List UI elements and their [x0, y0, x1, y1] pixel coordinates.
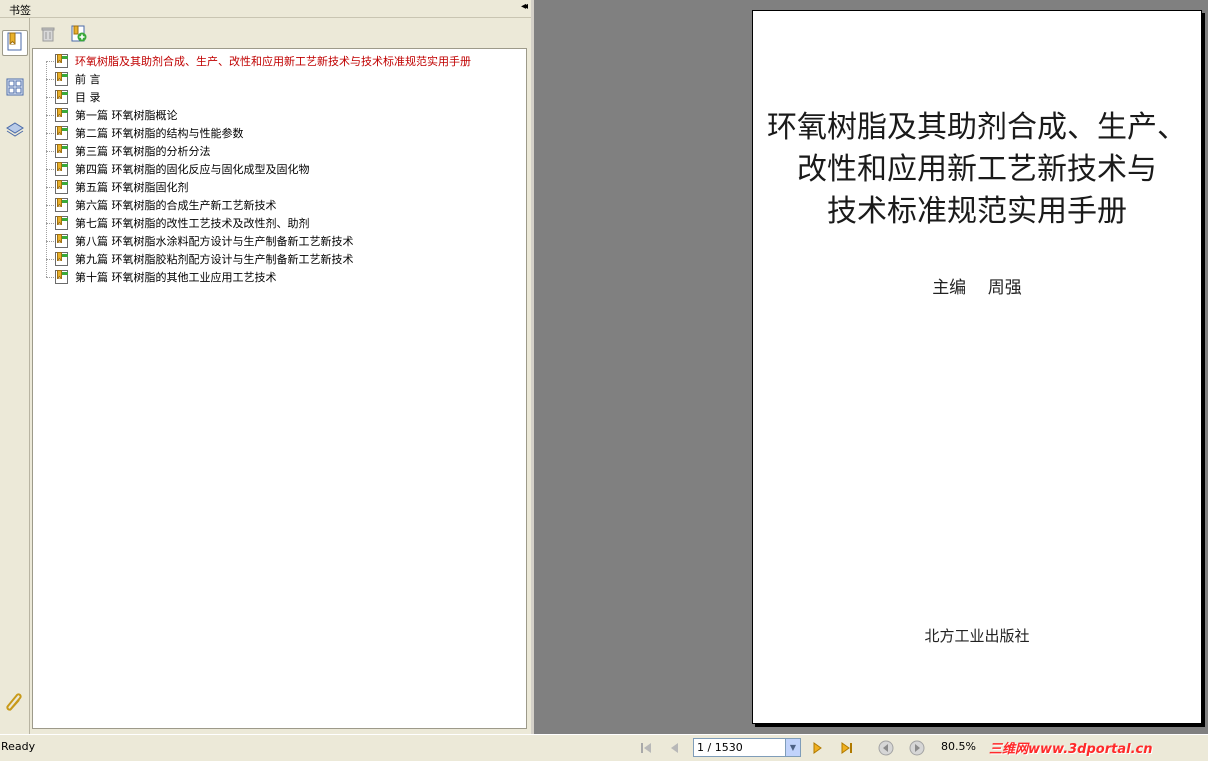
bookmark-page-icon: [55, 125, 69, 141]
bookmark-item[interactable]: 第九篇 环氧树脂胶粘剂配方设计与生产制备新工艺新技术: [46, 250, 354, 268]
bookmark-page-icon: [55, 71, 69, 87]
document-editor: 主编 周强: [932, 278, 1022, 298]
tree-connector: [46, 114, 54, 116]
tree-connector: [46, 222, 54, 224]
bookmark-item[interactable]: 第八篇 环氧树脂水涂料配方设计与生产制备新工艺新技术: [46, 232, 354, 250]
document-view[interactable]: 环氧树脂及其助剂合成、生产、 改性和应用新工艺新技术与 技术标准规范实用手册 主…: [534, 0, 1208, 734]
new-bookmark-button[interactable]: [70, 25, 88, 43]
bookmark-label: 目 录: [75, 91, 101, 104]
tree-connector: [46, 168, 54, 170]
tree-connector: [46, 96, 54, 98]
forward-button[interactable]: [908, 740, 926, 758]
bookmark-item[interactable]: 第四篇 环氧树脂的固化反应与固化成型及固化物: [46, 160, 310, 178]
bookmarks-panel-title: 书签: [9, 4, 31, 17]
bookmark-page-icon: [55, 197, 69, 213]
forward-icon: [909, 740, 925, 759]
back-button[interactable]: [877, 740, 895, 758]
first-page-button[interactable]: [637, 740, 655, 758]
bookmark-item[interactable]: 第五篇 环氧树脂固化剂: [46, 178, 189, 196]
tree-connector: [46, 186, 54, 188]
bookmark-page-icon: [55, 179, 69, 195]
bookmark-item[interactable]: 前 言: [46, 70, 101, 88]
bookmark-label: 第六篇 环氧树脂的合成生产新工艺新技术: [75, 199, 277, 212]
bookmark-label: 第五篇 环氧树脂固化剂: [75, 181, 189, 194]
bookmark-label: 环氧树脂及其助剂合成、生产、改性和应用新工艺新技术与技术标准规范实用手册: [75, 55, 471, 68]
new-bookmark-icon: [70, 25, 88, 46]
bookmark-label: 前 言: [75, 73, 101, 86]
bookmark-page-icon: [55, 251, 69, 267]
bookmark-item[interactable]: 目 录: [46, 88, 101, 106]
bookmark-page-icon: [55, 233, 69, 249]
bookmark-tree: 环氧树脂及其助剂合成、生产、改性和应用新工艺新技术与技术标准规范实用手册前 言目…: [32, 48, 527, 729]
document-page: 环氧树脂及其助剂合成、生产、 改性和应用新工艺新技术与 技术标准规范实用手册 主…: [752, 10, 1202, 724]
bookmark-page-icon: [55, 143, 69, 159]
bookmark-label: 第八篇 环氧树脂水涂料配方设计与生产制备新工艺新技术: [75, 235, 354, 248]
thumbnails-icon: [6, 78, 24, 99]
bookmark-label: 第三篇 环氧树脂的分析分法: [75, 145, 211, 158]
status-bar: Ready 1 / 1530 ▼ 80.5% 三维网www.3dportal.c…: [0, 734, 1208, 761]
bookmark-label: 第二篇 环氧树脂的结构与性能参数: [75, 127, 244, 140]
tree-connector: [46, 132, 54, 134]
document-title-line: 技术标准规范实用手册: [827, 194, 1127, 229]
document-title-line: 环氧树脂及其助剂合成、生产、: [767, 110, 1187, 145]
bookmark-page-icon: [55, 53, 69, 69]
tree-connector: [46, 78, 54, 80]
document-title-line: 改性和应用新工艺新技术与: [797, 152, 1157, 187]
bookmark-item[interactable]: 第十篇 环氧树脂的其他工业应用工艺技术: [46, 268, 277, 286]
tree-connector: [46, 258, 54, 260]
bookmark-page-icon: [55, 269, 69, 285]
bookmark-page-icon: [55, 89, 69, 105]
bookmark-page-icon: [55, 107, 69, 123]
bookmark-item[interactable]: 第一篇 环氧树脂概论: [46, 106, 178, 124]
tree-connector: [46, 240, 54, 242]
bookmarks-panel: 环氧树脂及其助剂合成、生产、改性和应用新工艺新技术与技术标准规范实用手册前 言目…: [30, 18, 531, 734]
attachments-icon: [5, 692, 25, 717]
page-number-value: 1 / 1530: [697, 741, 743, 754]
delete-icon: [39, 27, 57, 46]
status-text: Ready: [1, 740, 36, 753]
bookmark-page-icon: [55, 215, 69, 231]
previous-page-icon: [668, 741, 682, 758]
tree-connector: [46, 150, 54, 152]
bookmark-item[interactable]: 第六篇 环氧树脂的合成生产新工艺新技术: [46, 196, 277, 214]
layers-icon: [5, 120, 25, 143]
document-title: 环氧树脂及其助剂合成、生产、 改性和应用新工艺新技术与 技术标准规范实用手册: [753, 107, 1201, 233]
zoom-level[interactable]: 80.5%: [941, 740, 976, 753]
layers-tab[interactable]: [2, 118, 28, 144]
bookmark-label: 第七篇 环氧树脂的改性工艺技术及改性剂、助剂: [75, 217, 310, 230]
bookmarks-tab[interactable]: [2, 30, 28, 56]
watermark: 三维网www.3dportal.cn: [989, 742, 1153, 757]
bookmarks-icon: [6, 32, 24, 55]
bookmarks-panel-header: 书签 ◂◂: [0, 0, 531, 18]
first-page-icon: [639, 741, 653, 758]
bookmark-item[interactable]: 环氧树脂及其助剂合成、生产、改性和应用新工艺新技术与技术标准规范实用手册: [46, 52, 471, 70]
tree-connector: [46, 60, 54, 62]
navigation-toolbar: [0, 18, 30, 734]
bookmarks-toolbar: [30, 18, 531, 48]
delete-bookmark-button[interactable]: [39, 25, 57, 43]
bookmark-item[interactable]: 第三篇 环氧树脂的分析分法: [46, 142, 211, 160]
collapse-panel-button[interactable]: ◂◂: [521, 1, 528, 12]
tree-connector: [46, 204, 54, 206]
bookmark-page-icon: [55, 161, 69, 177]
last-page-button[interactable]: [838, 740, 856, 758]
bookmark-item[interactable]: 第七篇 环氧树脂的改性工艺技术及改性剂、助剂: [46, 214, 310, 232]
bookmark-label: 第十篇 环氧树脂的其他工业应用工艺技术: [75, 271, 277, 284]
bookmark-label: 第九篇 环氧树脂胶粘剂配方设计与生产制备新工艺新技术: [75, 253, 354, 266]
page-dropdown-button[interactable]: ▼: [785, 739, 800, 756]
next-page-icon: [810, 741, 824, 758]
chevron-down-icon: ▼: [789, 743, 797, 752]
bookmark-item[interactable]: 第二篇 环氧树脂的结构与性能参数: [46, 124, 244, 142]
attachments-tab[interactable]: [2, 691, 28, 717]
tree-connector: [46, 276, 54, 278]
bookmark-label: 第一篇 环氧树脂概论: [75, 109, 178, 122]
previous-page-button[interactable]: [666, 740, 684, 758]
document-publisher: 北方工业出版社: [924, 627, 1030, 645]
next-page-button[interactable]: [808, 740, 826, 758]
bookmark-label: 第四篇 环氧树脂的固化反应与固化成型及固化物: [75, 163, 310, 176]
thumbnails-tab[interactable]: [2, 75, 28, 101]
back-icon: [878, 740, 894, 759]
page-number-field[interactable]: 1 / 1530 ▼: [693, 738, 801, 757]
last-page-icon: [840, 741, 854, 758]
